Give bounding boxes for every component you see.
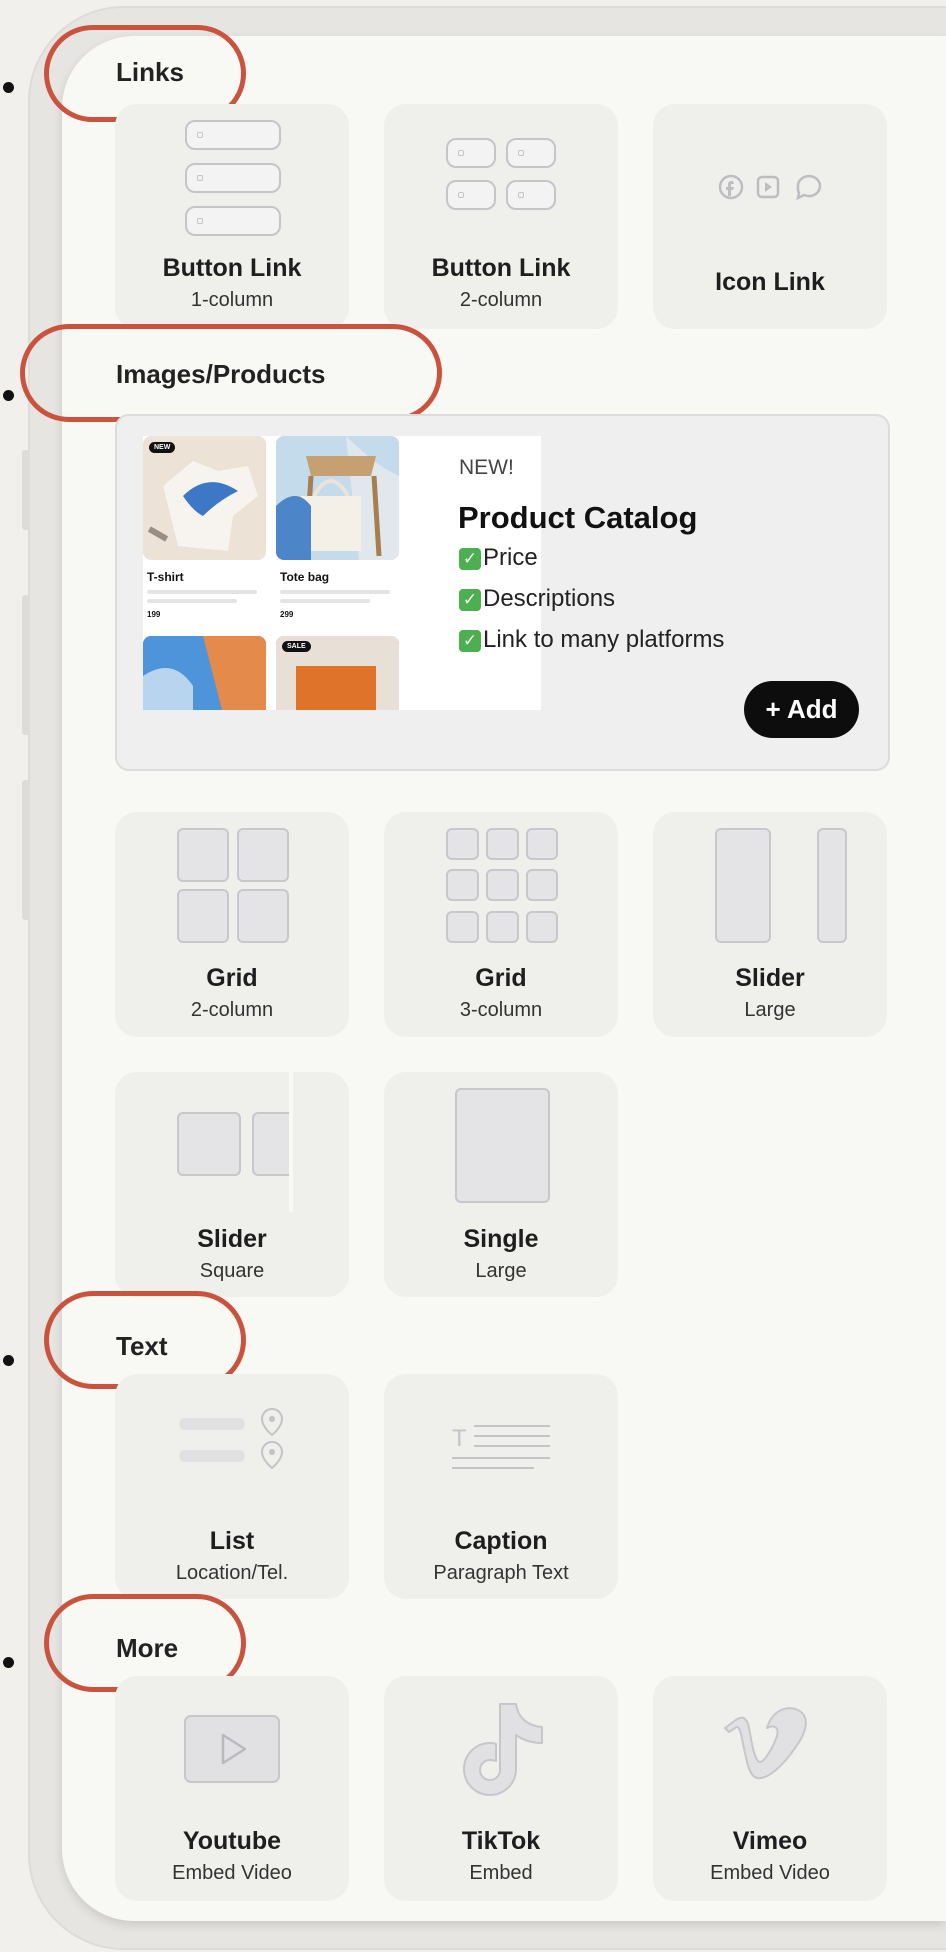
tile-title: Single (463, 1225, 539, 1253)
phone-side-button (22, 595, 30, 735)
tshirt-image (143, 436, 266, 560)
paragraph-text-icon: T (452, 1425, 550, 1469)
tile-title: Button Link (162, 254, 302, 282)
tile-subtitle: Embed (469, 1862, 533, 1884)
tile-title: Youtube (182, 1827, 282, 1855)
product-price: 199 (147, 610, 161, 619)
feature-item: ✓ Link to many platforms (459, 626, 724, 654)
tile-subtitle: Square (199, 1260, 265, 1282)
tile-slider-large[interactable]: Slider Large (653, 812, 887, 1037)
phone-side-button (22, 450, 30, 530)
tile-subtitle: 2-column (459, 289, 543, 311)
tile-grid-2col[interactable]: Grid 2-column (115, 812, 349, 1037)
product-catalog-title: Product Catalog (458, 500, 698, 535)
tile-list[interactable]: List Location/Tel. (115, 1374, 349, 1599)
tile-tiktok[interactable]: TikTok Embed (384, 1676, 618, 1901)
slider-square-icon (177, 1112, 289, 1180)
tile-single-large[interactable]: Single Large (384, 1072, 618, 1297)
tile-title: Grid (206, 964, 258, 992)
feature-item: ✓ Descriptions (459, 585, 615, 613)
youtube-icon (184, 1715, 280, 1783)
tile-subtitle: Large (744, 999, 796, 1021)
slider-large-icon (715, 828, 847, 943)
feature-item: ✓ Price (459, 544, 538, 572)
tile-subtitle: Large (475, 1260, 527, 1282)
tile-button-link-2col[interactable]: Button Link 2-column (384, 104, 618, 329)
svg-text:T: T (452, 1425, 467, 1452)
tile-subtitle: 3-column (459, 999, 543, 1021)
check-icon: ✓ (459, 588, 481, 611)
tile-title: Grid (475, 964, 527, 992)
bullet-marker (3, 1355, 14, 1366)
add-button[interactable]: + Add (744, 681, 859, 738)
vimeo-icon (724, 1707, 807, 1780)
tile-subtitle: 1-column (190, 289, 274, 311)
tile-title: Slider (197, 1225, 267, 1253)
sale-badge: SALE (282, 641, 311, 652)
tile-title: List (209, 1527, 255, 1555)
check-icon: ✓ (459, 547, 481, 570)
tile-subtitle: Location/Tel. (175, 1562, 289, 1584)
tile-youtube[interactable]: Youtube Embed Video (115, 1676, 349, 1901)
tile-subtitle: Embed Video (172, 1862, 292, 1884)
tote-bag-image (276, 436, 399, 560)
tile-slider-square[interactable]: Slider Square (115, 1072, 349, 1297)
grid-3col-icon (446, 828, 558, 943)
tile-title: Icon Link (715, 268, 825, 296)
button-link-2col-icon (446, 138, 557, 214)
product-label: T-shirt (147, 570, 184, 584)
product-price: 299 (280, 610, 294, 619)
bullet-marker (3, 82, 14, 93)
grid-2col-icon (177, 828, 289, 943)
tile-title: Vimeo (732, 1827, 808, 1855)
check-icon: ✓ (459, 629, 481, 652)
new-tag: NEW! (459, 456, 514, 479)
tile-title: Slider (735, 964, 805, 992)
tiktok-icon (463, 1703, 543, 1796)
social-icons-icon (718, 174, 822, 201)
new-badge: NEW (149, 442, 176, 453)
bullet-marker (3, 1657, 14, 1668)
product-catalog-card[interactable]: NEW T-shirt Tote bag 199 299 SALE NEW! P… (115, 414, 890, 771)
bullet-marker (3, 390, 14, 401)
product-image (143, 636, 266, 710)
tile-vimeo[interactable]: Vimeo Embed Video (653, 1676, 887, 1901)
list-location-icon (179, 1407, 284, 1470)
tile-subtitle: Embed Video (710, 1862, 830, 1884)
phone-side-button (22, 780, 30, 920)
tile-subtitle: Paragraph Text (433, 1562, 569, 1584)
single-large-icon (455, 1088, 550, 1203)
button-link-1col-icon (185, 120, 281, 236)
highlight-ring (20, 324, 442, 422)
tile-title: Button Link (431, 254, 571, 282)
tile-title: TikTok (461, 1827, 541, 1855)
tile-subtitle: 2-column (190, 999, 274, 1021)
product-label: Tote bag (280, 570, 330, 584)
tile-icon-link[interactable]: Icon Link (653, 104, 887, 329)
tile-title: Caption (454, 1527, 548, 1555)
tile-grid-3col[interactable]: Grid 3-column (384, 812, 618, 1037)
tile-button-link-1col[interactable]: Button Link 1-column (115, 104, 349, 329)
tile-caption[interactable]: T Caption Paragraph Text (384, 1374, 618, 1599)
